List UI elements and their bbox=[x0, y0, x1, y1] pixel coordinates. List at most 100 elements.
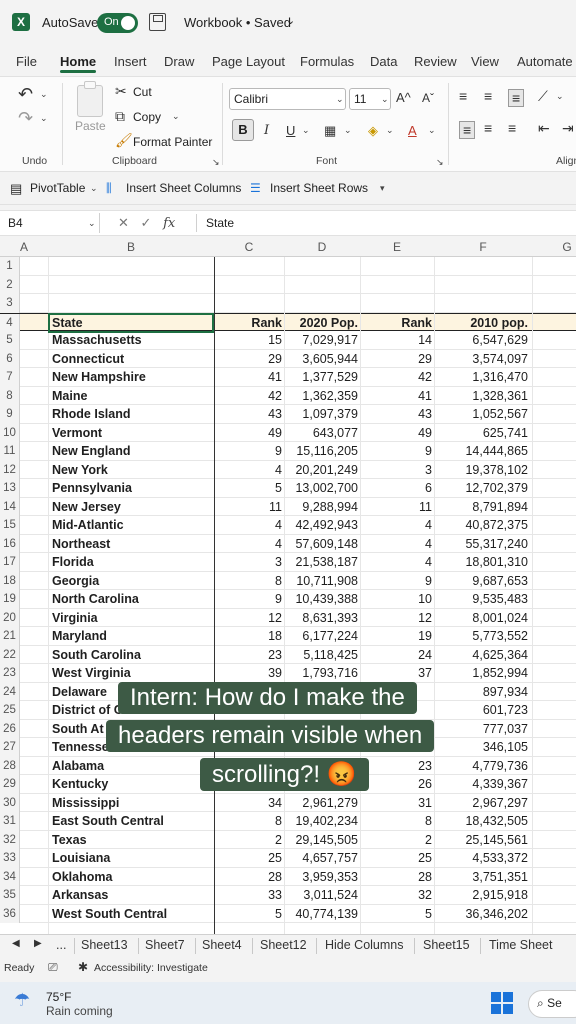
taskbar-search[interactable]: ⌕ Se bbox=[528, 990, 576, 1018]
align-right-icon[interactable]: ≡ bbox=[508, 121, 516, 135]
row-header[interactable]: 12 bbox=[0, 460, 20, 479]
chevron-down-icon[interactable]: ⌄ bbox=[556, 91, 564, 102]
table-row[interactable]: 23 West Virginia 39 1,793,716 37 1,852,994 bbox=[0, 664, 576, 683]
pop-2020-cell[interactable]: 13,002,700 bbox=[284, 481, 358, 495]
accessibility-status[interactable]: Accessibility: Investigate bbox=[94, 962, 208, 974]
state-cell[interactable]: New England bbox=[52, 444, 130, 458]
state-cell[interactable]: New Jersey bbox=[52, 500, 121, 514]
rank-2010-cell[interactable]: 49 bbox=[360, 426, 432, 440]
table-row[interactable]: 31 East South Central 8 19,402,234 8 18,432,5… bbox=[0, 812, 576, 831]
pop-2020-cell[interactable]: 29,145,505 bbox=[284, 833, 358, 847]
state-cell[interactable]: Massachusetts bbox=[52, 333, 142, 347]
rank-2010-cell[interactable]: 14 bbox=[360, 333, 432, 347]
row-header[interactable]: 6 bbox=[0, 349, 20, 368]
state-cell[interactable]: North Carolina bbox=[52, 592, 139, 606]
pop-2020-cell[interactable]: 3,959,353 bbox=[284, 870, 358, 884]
row-header[interactable]: 17 bbox=[0, 553, 20, 572]
rank-2010-cell[interactable]: 24 bbox=[360, 648, 432, 662]
rank-2020-cell[interactable]: 4 bbox=[214, 518, 282, 532]
row-header[interactable]: 10 bbox=[0, 423, 20, 442]
pop-2020-cell[interactable]: 21,538,187 bbox=[284, 555, 358, 569]
pop-2020-cell[interactable]: 7,029,917 bbox=[284, 333, 358, 347]
paste-button[interactable]: Paste bbox=[75, 119, 106, 133]
state-cell[interactable]: Rhode Island bbox=[52, 407, 130, 421]
row-header[interactable]: 30 bbox=[0, 793, 20, 812]
sheet-tab-sheet15[interactable]: Sheet15 bbox=[423, 938, 470, 952]
rank-2020-cell[interactable]: 33 bbox=[214, 888, 282, 902]
rank-2010-cell[interactable]: 29 bbox=[360, 352, 432, 366]
sheet-tab-hide-columns[interactable]: Hide Columns bbox=[325, 938, 404, 952]
paste-icon[interactable] bbox=[77, 85, 103, 117]
table-row[interactable]: 35 Arkansas 33 3,011,524 32 2,915,918 bbox=[0, 886, 576, 905]
next-sheet-icon[interactable]: ▶ bbox=[34, 938, 42, 949]
table-row[interactable]: 15 Mid-Atlantic 4 42,492,943 4 40,872,375 bbox=[0, 516, 576, 535]
rank-2010-cell[interactable]: 5 bbox=[360, 907, 432, 921]
state-cell[interactable]: South Carolina bbox=[52, 648, 141, 662]
rain-umbrella-icon[interactable]: ☂ bbox=[14, 990, 30, 1011]
row-header[interactable]: 21 bbox=[0, 627, 20, 646]
tab-file[interactable]: File bbox=[16, 54, 37, 69]
rank-2010-cell[interactable]: 12 bbox=[360, 611, 432, 625]
chevron-down-icon[interactable]: ⌄ bbox=[428, 125, 436, 136]
pop-2010-cell[interactable]: 55,317,240 bbox=[434, 537, 528, 551]
tab-data[interactable]: Data bbox=[370, 54, 397, 69]
pop-2010-cell[interactable]: 9,687,653 bbox=[434, 574, 528, 588]
rank-2010-cell[interactable]: 37 bbox=[360, 666, 432, 680]
grow-font-icon[interactable]: A^ bbox=[396, 91, 411, 104]
fill-color-icon[interactable]: ◈ bbox=[368, 123, 378, 139]
pop-2020-cell[interactable]: 5,118,425 bbox=[284, 648, 358, 662]
enter-icon[interactable]: ✓ bbox=[141, 215, 152, 230]
pop-2010-cell[interactable]: 8,791,894 bbox=[434, 500, 528, 514]
rank-2020-cell[interactable]: 23 bbox=[214, 648, 282, 662]
table-row[interactable]: 18 Georgia 8 10,711,908 9 9,687,653 bbox=[0, 571, 576, 590]
rank-2010-cell[interactable]: 3 bbox=[360, 463, 432, 477]
pivot-table-icon[interactable]: ▤ bbox=[10, 181, 22, 197]
state-cell[interactable]: South At bbox=[52, 722, 104, 736]
table-row[interactable]: 34 Oklahoma 28 3,959,353 28 3,751,351 bbox=[0, 867, 576, 886]
row-header[interactable]: 9 bbox=[0, 405, 20, 424]
pop-2010-cell[interactable]: 12,702,379 bbox=[434, 481, 528, 495]
row-header[interactable]: 28 bbox=[0, 756, 20, 775]
sheet-overflow[interactable]: ... bbox=[56, 938, 66, 952]
sheet-tab-time-sheet[interactable]: Time Sheet bbox=[489, 938, 552, 952]
rank-2020-cell[interactable]: 49 bbox=[214, 426, 282, 440]
copy-button[interactable]: Copy bbox=[133, 110, 161, 124]
chevron-down-icon[interactable]: ⌄ bbox=[386, 125, 394, 136]
autosave-toggle[interactable]: On bbox=[97, 13, 138, 33]
pop-2010-cell[interactable]: 25,145,561 bbox=[434, 833, 528, 847]
state-cell[interactable]: Texas bbox=[52, 833, 87, 847]
chevron-down-icon[interactable]: ⌄ bbox=[88, 218, 96, 229]
state-cell[interactable]: Kentucky bbox=[52, 777, 108, 791]
chevron-down-icon[interactable]: ⌄ bbox=[302, 125, 310, 136]
table-row[interactable]: 7 New Hampshire 41 1,377,529 42 1,316,470 bbox=[0, 368, 576, 387]
windows-start-icon[interactable] bbox=[491, 992, 513, 1014]
rank-2020-cell[interactable]: 8 bbox=[214, 574, 282, 588]
column-header-f[interactable]: F bbox=[434, 240, 532, 254]
rank-2020-cell[interactable]: 9 bbox=[214, 444, 282, 458]
rank-2020-cell[interactable]: 43 bbox=[214, 407, 282, 421]
state-cell[interactable]: Oklahoma bbox=[52, 870, 112, 884]
tab-page-layout[interactable]: Page Layout bbox=[212, 54, 285, 69]
rank-2010-cell[interactable]: 4 bbox=[360, 518, 432, 532]
pop-2020-cell[interactable]: 57,609,148 bbox=[284, 537, 358, 551]
insert-rows-icon[interactable]: ☰ bbox=[250, 181, 261, 195]
header-rank-2020[interactable]: Rank bbox=[214, 316, 282, 330]
state-cell[interactable]: Florida bbox=[52, 555, 94, 569]
row-header[interactable]: 22 bbox=[0, 645, 20, 664]
rank-2020-cell[interactable]: 42 bbox=[214, 389, 282, 403]
rank-2020-cell[interactable]: 28 bbox=[214, 870, 282, 884]
rank-2010-cell[interactable]: 43 bbox=[360, 407, 432, 421]
pop-2020-cell[interactable]: 15,116,205 bbox=[284, 444, 358, 458]
chevron-down-icon[interactable]: ⌄ bbox=[344, 125, 352, 136]
pop-2020-cell[interactable]: 1,097,379 bbox=[284, 407, 358, 421]
tab-insert[interactable]: Insert bbox=[114, 54, 147, 69]
state-cell[interactable]: Maryland bbox=[52, 629, 107, 643]
header-pop-2010[interactable]: 2010 pop. bbox=[434, 316, 528, 330]
tab-review[interactable]: Review bbox=[414, 54, 457, 69]
weather-temperature[interactable]: 75°F bbox=[46, 990, 71, 1004]
dialog-launcher-icon[interactable]: ↘ bbox=[436, 157, 444, 168]
scissors-icon[interactable]: ✂ bbox=[115, 84, 127, 98]
pop-2010-cell[interactable]: 40,872,375 bbox=[434, 518, 528, 532]
row-header[interactable]: 24 bbox=[0, 682, 20, 701]
table-row[interactable]: 21 Maryland 18 6,177,224 19 5,773,552 bbox=[0, 627, 576, 646]
